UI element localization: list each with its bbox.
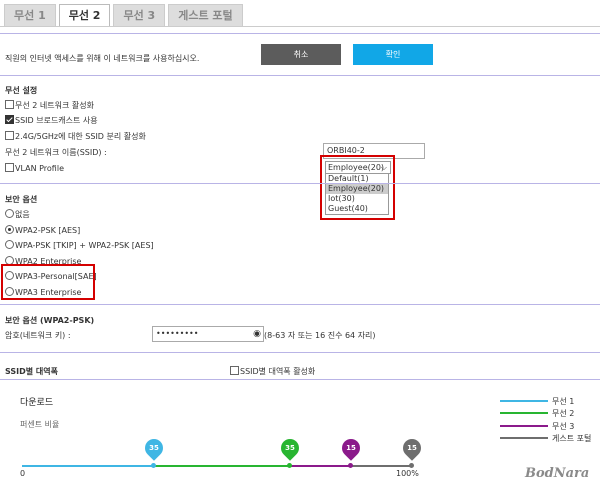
legend-line-wireless-2 xyxy=(500,412,548,414)
legend-line-wireless-3 xyxy=(500,425,548,427)
divider xyxy=(0,33,600,34)
slider-handle[interactable] xyxy=(409,463,414,468)
slider-segment-1 xyxy=(22,465,154,467)
axis-start-label: 0 xyxy=(20,469,26,478)
legend-label: 무선 3 xyxy=(552,422,575,431)
divider xyxy=(0,183,600,184)
ssid-broadcast-checkbox[interactable] xyxy=(5,115,14,124)
axis-end-label: 100% xyxy=(396,469,419,478)
watermark-logo: BodNara xyxy=(525,466,590,481)
bandwidth-enable-row: SSID별 대역폭 활성화 xyxy=(230,366,315,377)
legend-label: 무선 2 xyxy=(552,409,575,418)
header-message: 직원의 인터넷 액세스를 위해 이 네트워크를 사용하십시오. xyxy=(5,54,200,63)
bandwidth-enable-label: SSID별 대역폭 활성화 xyxy=(240,367,316,376)
security-psk-title: 보안 옵션 (WPA2-PSK) xyxy=(5,316,95,325)
pin-value: 15 xyxy=(346,444,356,452)
legend-line-wireless-1 xyxy=(500,400,548,402)
ssid-label: 무선 2 네트워크 이름(SSID) : xyxy=(5,148,107,157)
download-label: 다운로드 xyxy=(20,398,54,408)
password-label: 암호(네트워크 키) : xyxy=(5,331,71,340)
highlight-box xyxy=(320,155,395,220)
security-options-title: 보안 옵션 xyxy=(5,195,38,204)
ssid-broadcast-row: SSID 브로드캐스트 사용 xyxy=(5,115,98,126)
confirm-button[interactable]: 확인 xyxy=(353,44,433,65)
slider-handle[interactable] xyxy=(348,463,353,468)
security-radio[interactable] xyxy=(5,240,14,249)
legend-line-guest-portal xyxy=(500,437,548,439)
divider xyxy=(0,75,600,76)
security-option-row: WPA2-PSK [AES] xyxy=(5,225,80,235)
ssid-broadcast-label: SSID 브로드캐스트 사용 xyxy=(15,116,98,125)
vlan-profile-label: VLAN Profile xyxy=(15,164,64,173)
password-input[interactable]: ••••••••• ◉ xyxy=(152,326,264,342)
eye-icon[interactable]: ◉ xyxy=(253,327,261,341)
security-option-label: 없음 xyxy=(15,210,30,219)
pin-value: 15 xyxy=(407,444,417,452)
ssid-separate-label: 2.4G/5GHz에 대한 SSID 분리 활성화 xyxy=(15,132,146,141)
security-radio[interactable] xyxy=(5,225,14,234)
divider xyxy=(0,304,600,305)
security-option-row: WPA-PSK [TKIP] + WPA2-PSK [AES] xyxy=(5,240,154,250)
slider-handle[interactable] xyxy=(287,463,292,468)
cancel-button[interactable]: 취소 xyxy=(261,44,341,65)
password-value: ••••••••• xyxy=(156,329,199,338)
enable-wireless-checkbox[interactable] xyxy=(5,100,14,109)
ssid-separate-row: 2.4G/5GHz에 대한 SSID 분리 활성화 xyxy=(5,131,146,142)
bandwidth-title: SSID별 대역폭 xyxy=(5,367,59,376)
slider-segment-4 xyxy=(351,465,412,467)
wireless-settings-title: 무선 설정 xyxy=(5,86,38,95)
security-option-label: WPA-PSK [TKIP] + WPA2-PSK [AES] xyxy=(15,241,154,250)
slider-segment-3 xyxy=(290,465,351,467)
bandwidth-enable-checkbox[interactable] xyxy=(230,366,239,375)
highlight-box xyxy=(1,264,95,300)
tab-wireless-1[interactable]: 무선 1 xyxy=(4,4,56,27)
enable-wireless-label: 무선 2 네트워크 활성화 xyxy=(15,101,94,110)
legend-label: 게스트 포털 xyxy=(552,434,592,443)
password-hint: (8-63 자 또는 16 진수 64 자리) xyxy=(264,331,376,340)
percent-label: 퍼센트 비율 xyxy=(20,420,60,429)
vlan-profile-checkbox[interactable] xyxy=(5,163,14,172)
pin-value: 35 xyxy=(149,444,159,452)
tab-wireless-2[interactable]: 무선 2 xyxy=(58,4,111,27)
security-option-row: 없음 xyxy=(5,209,30,220)
divider xyxy=(0,379,600,380)
slider-handle[interactable] xyxy=(151,463,156,468)
ssid-separate-checkbox[interactable] xyxy=(5,131,14,140)
enable-wireless-row: 무선 2 네트워크 활성화 xyxy=(5,100,94,111)
security-radio[interactable] xyxy=(5,209,14,218)
tab-underline xyxy=(0,26,600,27)
slider-segment-2 xyxy=(154,465,290,467)
security-option-label: WPA2-PSK [AES] xyxy=(15,226,81,235)
divider xyxy=(0,352,600,353)
tab-wireless-3[interactable]: 무선 3 xyxy=(113,4,166,27)
tab-bar: 무선 1 무선 2 무선 3 게스트 포털 xyxy=(4,4,243,27)
legend-label: 무선 1 xyxy=(552,397,575,406)
vlan-profile-row: VLAN Profile xyxy=(5,163,64,173)
tab-guest-portal[interactable]: 게스트 포털 xyxy=(168,4,243,27)
pin-value: 35 xyxy=(285,444,295,452)
